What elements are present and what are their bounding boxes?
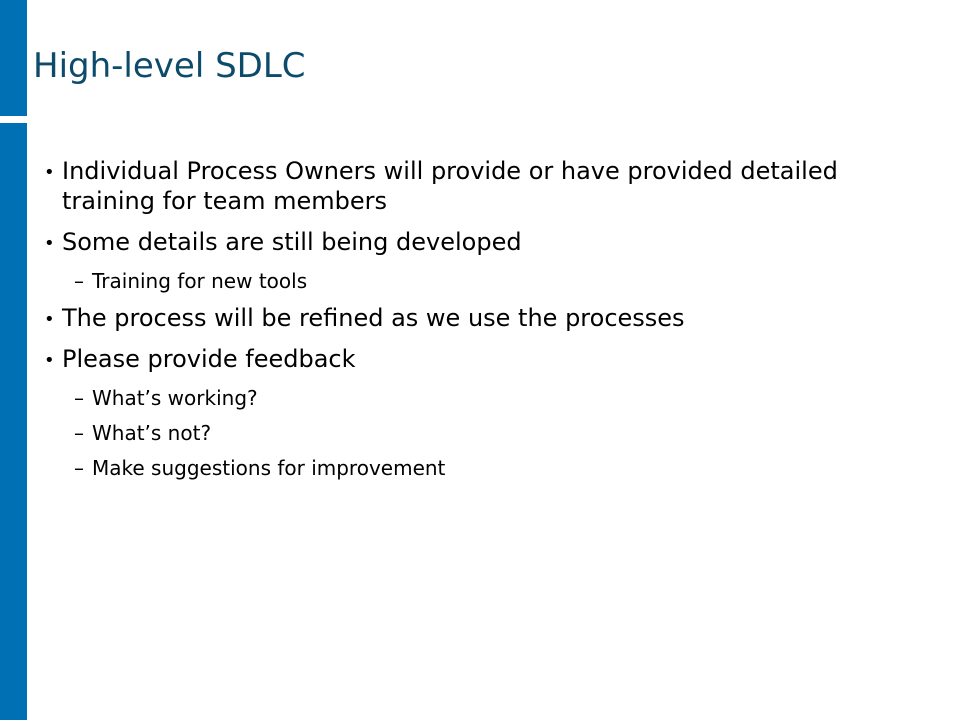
bullet-icon: • xyxy=(44,350,55,371)
accent-bar-top xyxy=(0,0,27,116)
bullet-text: The process will be refined as we use th… xyxy=(62,304,685,332)
bullet-icon: • xyxy=(44,309,55,330)
bullet-item: • Please provide feedback xyxy=(42,344,922,374)
sub-bullet-item: – Training for new tools xyxy=(42,268,922,294)
bullet-icon: • xyxy=(44,162,55,183)
sub-bullet-item: – What’s working? xyxy=(42,385,922,411)
dash-icon: – xyxy=(74,386,84,410)
bullet-text: Some details are still being developed xyxy=(62,228,522,256)
bullet-item: • The process will be refined as we use … xyxy=(42,303,922,333)
sub-bullet-text: What’s not? xyxy=(92,421,212,445)
bullet-item: • Some details are still being developed xyxy=(42,227,922,257)
bullet-text: Please provide feedback xyxy=(62,345,356,373)
sub-bullet-text: Make suggestions for improvement xyxy=(92,456,446,480)
dash-icon: – xyxy=(74,456,84,480)
sub-bullet-item: – What’s not? xyxy=(42,420,922,446)
bullet-item: • Individual Process Owners will provide… xyxy=(42,156,922,216)
dash-icon: – xyxy=(74,421,84,445)
bullet-text: Individual Process Owners will provide o… xyxy=(62,157,838,215)
title-divider xyxy=(0,116,960,123)
accent-bar-bottom xyxy=(0,123,27,720)
slide-title: High-level SDLC xyxy=(33,46,306,86)
bullet-icon: • xyxy=(44,233,55,254)
sub-bullet-text: What’s working? xyxy=(92,386,258,410)
dash-icon: – xyxy=(74,269,84,293)
sub-bullet-item: – Make suggestions for improvement xyxy=(42,455,922,481)
sub-bullet-text: Training for new tools xyxy=(92,269,308,293)
slide-body: • Individual Process Owners will provide… xyxy=(42,156,922,490)
